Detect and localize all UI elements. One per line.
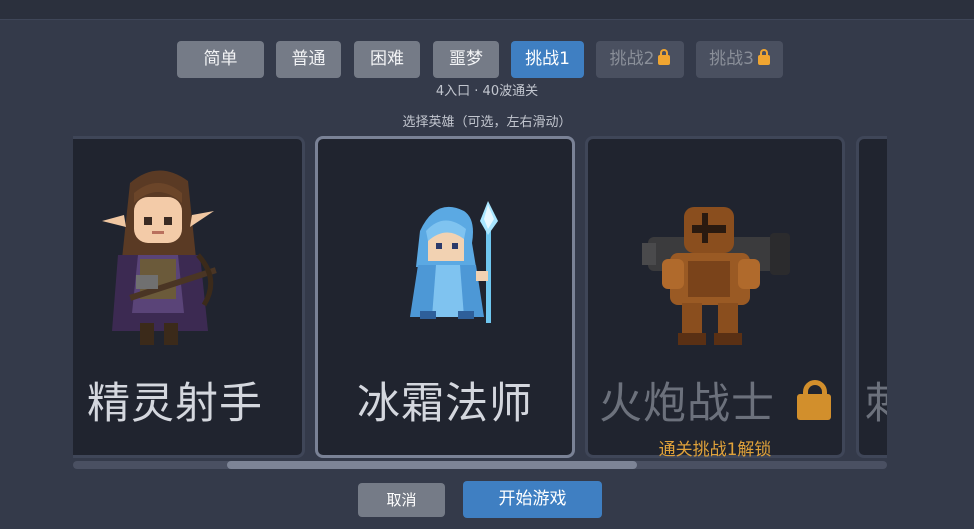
hero-card-frost-mage[interactable]: 冰霜法师: [315, 136, 575, 458]
hero-select-hint: 选择英雄（可选，左右滑动）: [402, 115, 572, 130]
difficulty-easy-button[interactable]: 简单: [177, 41, 264, 78]
lock-icon: [797, 380, 831, 420]
difficulty-nightmare-button[interactable]: 噩梦: [433, 41, 499, 78]
frost-mage-sprite: [410, 201, 498, 323]
hero-name: 冰霜法师: [357, 379, 533, 429]
difficulty-challenge2-button[interactable]: 挑战2: [596, 41, 684, 78]
difficulty-hard-button[interactable]: 困难: [354, 41, 420, 78]
hero-name: 火炮战士: [599, 379, 775, 429]
difficulty-challenge3-button[interactable]: 挑战3: [696, 41, 783, 78]
cancel-button[interactable]: 取消: [358, 483, 445, 517]
difficulty-label: 挑战3: [709, 49, 754, 69]
lock-icon: [757, 49, 770, 65]
difficulty-label: 普通: [291, 49, 326, 69]
difficulty-label: 困难: [370, 49, 404, 69]
hero-name: 刺: [859, 369, 887, 431]
level-info: 4入口 · 40波通关: [435, 84, 539, 99]
hero-card-cannon-warrior[interactable]: 火炮战士 通关挑战1解锁: [585, 136, 845, 460]
hero-card-partial[interactable]: 刺: [856, 136, 887, 458]
unlock-condition: 通关挑战1解锁: [658, 440, 772, 460]
hero-card-elf-archer[interactable]: 精灵射手: [73, 136, 305, 458]
carousel-scrollbar[interactable]: [73, 461, 887, 469]
hero-name-locked: 火炮战士: [588, 369, 842, 431]
hero-carousel[interactable]: 精灵射手 冰霜法师 火炮战士 通关挑战1解锁: [73, 135, 887, 460]
scrollbar-thumb[interactable]: [227, 461, 637, 469]
difficulty-normal-button[interactable]: 普通: [276, 41, 341, 78]
hero-name: 精灵射手: [87, 379, 263, 429]
difficulty-selector: 简单 普通 困难 噩梦 挑战1 挑战2 挑战3: [0, 41, 974, 79]
difficulty-label: 简单: [203, 49, 238, 69]
elf-archer-sprite: [102, 170, 217, 345]
difficulty-label: 挑战2: [609, 49, 655, 69]
difficulty-challenge1-button[interactable]: 挑战1: [511, 41, 584, 78]
start-game-button[interactable]: 开始游戏: [463, 481, 602, 518]
difficulty-label: 挑战1: [525, 49, 570, 69]
difficulty-label: 噩梦: [449, 49, 483, 69]
cannon-warrior-sprite: [642, 207, 790, 345]
lock-icon: [658, 49, 671, 65]
top-bar: [0, 0, 974, 20]
